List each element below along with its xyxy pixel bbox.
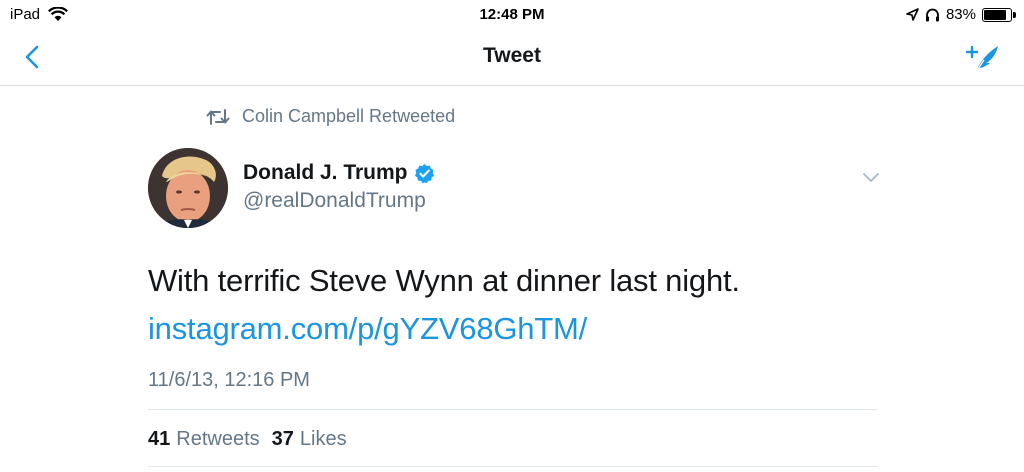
tweet-stats: 41 Retweets 37 Likes [148, 428, 347, 451]
status-right: 83% [906, 6, 1016, 23]
divider [148, 409, 878, 410]
divider [148, 466, 878, 467]
likes-stat[interactable]: 37 Likes [272, 428, 347, 451]
retweets-label: Retweets [176, 428, 260, 450]
author-handle: @realDonaldTrump [243, 189, 426, 212]
retweets-count: 41 [148, 428, 171, 450]
verified-badge-icon [414, 163, 434, 183]
author-block[interactable]: Donald J. Trump @realDonaldTrump [243, 161, 435, 213]
compose-tweet-icon[interactable] [962, 38, 1002, 78]
avatar-image [148, 148, 228, 228]
battery-fill [984, 9, 1006, 20]
nav-bar: Tweet [0, 30, 1024, 86]
retweet-context[interactable]: Colin Campbell Retweeted [206, 106, 455, 127]
tweet-timestamp: 11/6/13, 12:16 PM [148, 369, 310, 391]
headphones-icon [925, 8, 939, 21]
avatar[interactable] [148, 148, 228, 228]
status-bar: iPad 12:48 PM 83% [0, 0, 1024, 30]
retweets-stat[interactable]: 41 Retweets [148, 428, 260, 451]
retweet-icon [206, 108, 230, 125]
battery-icon [982, 7, 1016, 22]
likes-count: 37 [271, 428, 294, 450]
author-name-row: Donald J. Trump [243, 161, 435, 185]
location-icon [906, 8, 919, 21]
likes-label: Likes [299, 428, 347, 450]
status-time: 12:48 PM [479, 6, 545, 23]
author-name: Donald J. Trump [243, 161, 408, 184]
page-title: Tweet [483, 44, 541, 67]
chevron-down-icon[interactable] [860, 166, 882, 188]
battery-cap [1013, 11, 1016, 18]
battery-percent: 83% [945, 6, 976, 23]
tweet-text: With terrific Steve Wynn at dinner last … [148, 263, 740, 298]
retweeted-by-label: Colin Campbell Retweeted [242, 106, 456, 126]
tweet-link[interactable]: instagram.com/p/gYZV68GhTM/ [148, 311, 587, 347]
